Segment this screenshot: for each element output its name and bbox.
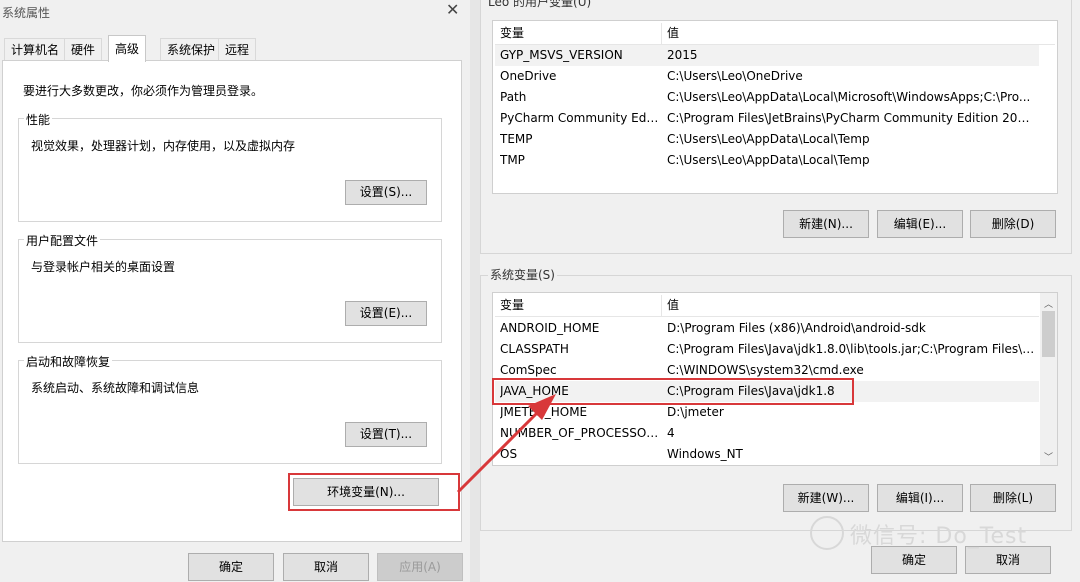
arrow-line xyxy=(456,408,542,494)
annotation-arrow xyxy=(456,394,556,494)
watermark-text: 微信号: Do_Test xyxy=(850,524,1028,549)
tab-advanced[interactable]: 高级 xyxy=(108,35,147,62)
wechat-icon xyxy=(810,516,844,550)
